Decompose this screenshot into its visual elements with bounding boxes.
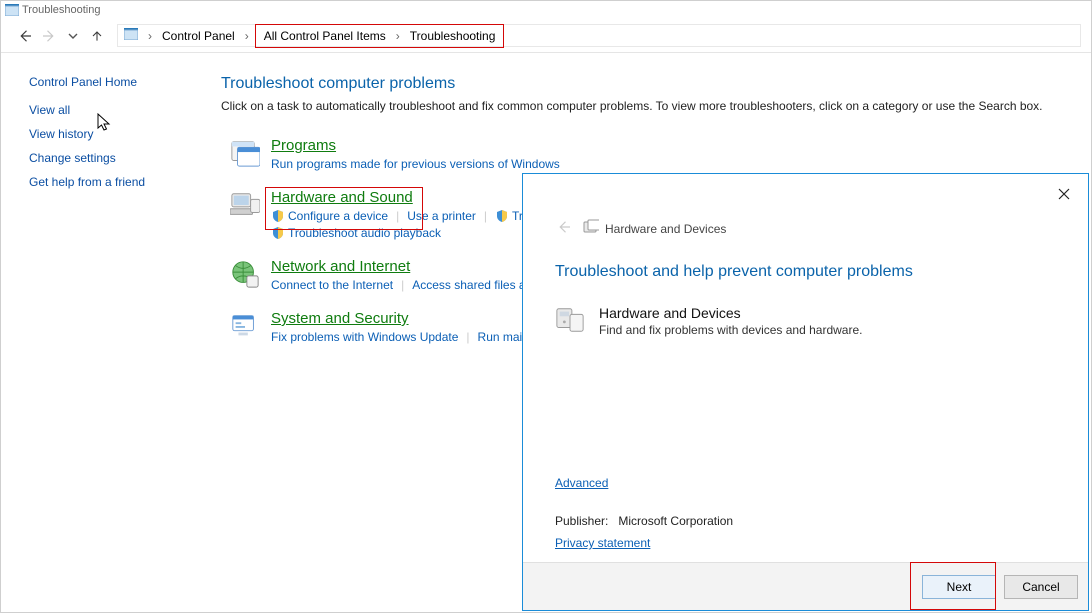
dialog-links: Advanced Publisher: Microsoft Corporatio… [555,476,733,550]
link-windows-update[interactable]: Fix problems with Windows Update [271,330,458,344]
breadcrumb-bar[interactable]: › Control Panel › All Control Panel Item… [117,24,1081,47]
dialog-title: Troubleshoot and help prevent computer p… [555,263,1056,281]
breadcrumb-root-icon [124,28,138,43]
dialog-header: Hardware and Devices [523,174,1088,239]
chevron-right-icon[interactable]: › [390,29,406,43]
dialog-header-icon [583,219,599,238]
category-programs: Programs Run programs made for previous … [229,137,1061,171]
category-system-title[interactable]: System and Security [271,310,409,327]
privacy-link[interactable]: Privacy statement [555,536,650,550]
page-description: Click on a task to automatically trouble… [221,99,1061,113]
dialog-header-text: Hardware and Devices [605,222,726,236]
publisher-label: Publisher: [555,514,608,528]
link-run-previous-versions[interactable]: Run programs made for previous versions … [271,157,560,171]
link-divider: | [401,278,404,292]
dialog-item-title: Hardware and Devices [599,305,862,321]
link-divider: | [396,209,399,223]
next-button[interactable]: Next [922,575,996,599]
shield-icon [271,226,285,240]
chevron-right-icon[interactable]: › [142,29,158,43]
breadcrumb-highlight: All Control Panel Items › Troubleshootin… [255,24,505,48]
page-title: Troubleshoot computer problems [221,75,1061,93]
forward-button[interactable] [37,24,61,48]
sidebar-change-settings[interactable]: Change settings [29,151,221,165]
link-configure-device[interactable]: Configure a device [288,209,388,223]
up-button[interactable] [85,24,109,48]
sidebar-get-help[interactable]: Get help from a friend [29,175,221,189]
link-audio-playback[interactable]: Troubleshoot audio playback [288,226,441,240]
shield-icon [495,209,509,223]
category-programs-title[interactable]: Programs [271,137,336,154]
sidebar-home[interactable]: Control Panel Home [29,75,221,89]
sidebar-view-history[interactable]: View history [29,127,221,141]
publisher-line: Publisher: Microsoft Corporation [555,514,733,528]
chevron-right-icon[interactable]: › [239,29,255,43]
programs-icon [229,137,261,169]
recent-locations-button[interactable] [61,24,85,48]
sidebar-view-all[interactable]: View all [29,103,221,117]
system-icon [229,310,261,342]
device-icon [555,305,585,335]
close-button[interactable] [1052,182,1076,206]
dialog-item-desc: Find and fix problems with devices and h… [599,323,862,337]
shield-icon [271,209,285,223]
breadcrumb-control-panel[interactable]: Control Panel [158,28,239,44]
breadcrumb-troubleshooting[interactable]: Troubleshooting [406,28,500,44]
dialog-footer: Next Cancel [523,562,1088,610]
dialog-item: Hardware and Devices Find and fix proble… [555,305,1056,337]
nav-row: › Control Panel › All Control Panel Item… [1,19,1091,53]
dialog-back-button [555,218,573,239]
category-hardware-title[interactable]: Hardware and Sound [271,189,413,206]
sidebar: Control Panel Home View all View history… [1,53,221,612]
titlebar: Troubleshooting [1,1,1091,19]
breadcrumb-all-items[interactable]: All Control Panel Items [260,28,390,44]
advanced-link[interactable]: Advanced [555,476,733,490]
back-button[interactable] [13,24,37,48]
cancel-button[interactable]: Cancel [1004,575,1078,599]
publisher-value: Microsoft Corporation [618,514,733,528]
hardware-icon [229,189,261,221]
link-use-printer[interactable]: Use a printer [407,209,476,223]
link-divider: | [466,330,469,344]
link-connect-internet[interactable]: Connect to the Internet [271,278,393,292]
network-icon [229,258,261,290]
control-panel-window: Troubleshooting › Control Panel › All Co… [0,0,1092,613]
troubleshooter-dialog: Hardware and Devices Troubleshoot and he… [522,173,1089,611]
link-divider: | [484,209,487,223]
window-title: Troubleshooting [22,4,100,16]
app-icon [5,4,19,16]
category-network-title[interactable]: Network and Internet [271,258,410,275]
